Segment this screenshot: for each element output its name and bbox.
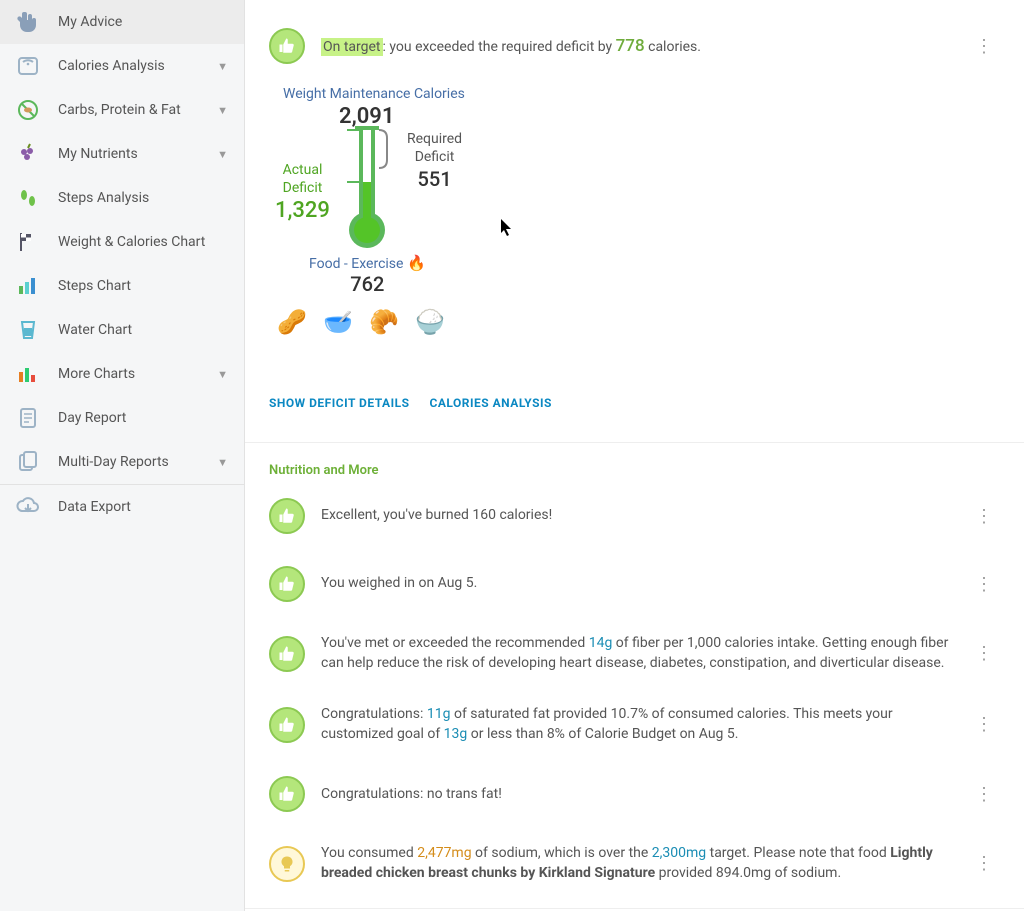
nutrition-row-burned: Excellent, you've burned 160 calories! ⋮: [245, 482, 1024, 550]
thermometer-block: Weight Maintenance Calories 2,091 Actual: [269, 86, 689, 386]
food-icon-rice: 🍚: [413, 308, 447, 336]
sidebar-item-my-advice[interactable]: My Advice: [0, 0, 244, 44]
sodium-target-value: 2,300mg: [652, 845, 706, 861]
sidebar-item-label: Multi-Day Reports: [58, 454, 217, 470]
food-icons-row: 🥜 🥣 🥐 🍚: [275, 308, 447, 336]
nutrition-row-fiber: You've met or exceeded the recommended 1…: [245, 618, 1024, 689]
sidebar-item-label: Day Report: [58, 410, 228, 426]
actual-deficit-value: 1,329: [275, 198, 330, 223]
nutrition-text: You've met or exceeded the recommended 1…: [321, 634, 951, 673]
deficit-card: On target: you exceeded the required def…: [245, 0, 1024, 442]
nutrition-row-weighed: You weighed in on Aug 5. ⋮: [245, 550, 1024, 618]
food-icon-bowl: 🥣: [321, 308, 355, 336]
chevron-down-icon: ▼: [217, 148, 228, 161]
sidebar-item-water-chart[interactable]: Water Chart: [0, 308, 244, 352]
satfat-value: 11g: [427, 706, 451, 722]
flag-icon: [16, 230, 40, 254]
actual-deficit-label: Actual Deficit 1,329: [275, 161, 330, 226]
food-exercise-label: Food - Exercise 🔥 762: [309, 254, 426, 296]
thumbs-up-badge: [269, 498, 305, 534]
calories-analysis-link[interactable]: CALORIES ANALYSIS: [430, 396, 552, 410]
chevron-down-icon: ▼: [217, 456, 228, 469]
more-menu-icon[interactable]: ⋮: [967, 780, 1000, 809]
sidebar-item-more-charts[interactable]: More Charts ▼: [0, 352, 244, 396]
sidebar-item-label: Steps Analysis: [58, 190, 228, 206]
thumbs-up-badge: [269, 636, 305, 672]
deficit-status-text: On target: you exceeded the required def…: [321, 36, 951, 56]
hand-point-icon: [16, 10, 40, 34]
main-content: On target: you exceeded the required def…: [245, 0, 1024, 911]
scale-icon: [16, 54, 40, 78]
column-chart-icon: [16, 362, 40, 386]
nutrition-text: You weighed in on Aug 5.: [321, 574, 951, 594]
thumbs-up-badge: [269, 776, 305, 812]
sidebar-item-label: More Charts: [58, 366, 217, 382]
multi-report-icon: [16, 450, 40, 474]
sidebar-item-data-export[interactable]: Data Export: [0, 485, 244, 529]
maintenance-title: Weight Maintenance Calories: [283, 86, 465, 102]
sidebar-item-label: Carbs, Protein & Fat: [58, 102, 217, 118]
food-icon-bread: 🥐: [367, 308, 401, 336]
satfat-goal-value: 13g: [444, 726, 468, 742]
required-deficit-label: Required Deficit 551: [407, 130, 462, 192]
food-icon-almonds: 🥜: [275, 308, 309, 336]
fiber-value: 14g: [589, 635, 613, 651]
on-target-highlight: On target: [321, 38, 383, 56]
grapes-icon: [16, 142, 40, 166]
more-menu-icon[interactable]: ⋮: [967, 849, 1000, 878]
sidebar-item-carbs-protein-fat[interactable]: Carbs, Protein & Fat ▼: [0, 88, 244, 132]
thumbs-up-badge: [269, 566, 305, 602]
report-icon: [16, 406, 40, 430]
nutrition-row-satfat: Congratulations: 11g of saturated fat pr…: [245, 689, 1024, 760]
more-menu-icon[interactable]: ⋮: [967, 639, 1000, 668]
deficit-status-row: On target: you exceeded the required def…: [269, 28, 1000, 64]
fire-icon: 🔥: [407, 254, 426, 272]
sidebar-item-label: My Nutrients: [58, 146, 217, 162]
more-menu-icon[interactable]: ⋮: [967, 710, 1000, 739]
sodium-value: 2,477mg: [417, 845, 471, 861]
sidebar: My Advice Calories Analysis ▼ Carbs, Pro…: [0, 0, 245, 911]
thermometer-icon: [341, 126, 401, 260]
sidebar-item-label: Steps Chart: [58, 278, 228, 294]
sidebar-item-steps-analysis[interactable]: Steps Analysis: [0, 176, 244, 220]
nutrition-row-transfat: Congratulations: no trans fat! ⋮: [245, 760, 1024, 828]
sidebar-item-steps-chart[interactable]: Steps Chart: [0, 264, 244, 308]
bar-chart-icon: [16, 274, 40, 298]
required-deficit-value: 551: [417, 167, 451, 191]
chevron-down-icon: ▼: [217, 368, 228, 381]
divider: [245, 908, 1024, 909]
sidebar-item-label: Calories Analysis: [58, 58, 217, 74]
nutrition-text: You consumed 2,477mg of sodium, which is…: [321, 844, 951, 883]
cloud-download-icon: [16, 495, 40, 519]
footsteps-icon: [16, 186, 40, 210]
chevron-down-icon: ▼: [217, 104, 228, 117]
sidebar-item-my-nutrients[interactable]: My Nutrients ▼: [0, 132, 244, 176]
food-exercise-value: 762: [350, 272, 384, 296]
nutrition-text: Congratulations: 11g of saturated fat pr…: [321, 705, 951, 744]
deficit-surplus-value: 778: [616, 36, 645, 56]
sidebar-item-weight-calories-chart[interactable]: Weight & Calories Chart: [0, 220, 244, 264]
chevron-down-icon: ▼: [217, 60, 228, 73]
deficit-actions: SHOW DEFICIT DETAILS CALORIES ANALYSIS: [269, 396, 1000, 426]
sidebar-item-multiday-reports[interactable]: Multi-Day Reports ▼: [0, 440, 244, 484]
cup-icon: [16, 318, 40, 342]
nutrition-section-header: Nutrition and More: [245, 443, 1024, 482]
sidebar-item-calories-analysis[interactable]: Calories Analysis ▼: [0, 44, 244, 88]
sidebar-item-label: Water Chart: [58, 322, 228, 338]
nutrition-row-sodium: You consumed 2,477mg of sodium, which is…: [245, 828, 1024, 899]
bulb-badge: [269, 846, 305, 882]
show-deficit-details-link[interactable]: SHOW DEFICIT DETAILS: [269, 396, 410, 410]
ban-carbs-icon: [16, 98, 40, 122]
more-menu-icon[interactable]: ⋮: [967, 32, 1000, 61]
more-menu-icon[interactable]: ⋮: [967, 502, 1000, 531]
sidebar-item-day-report[interactable]: Day Report: [0, 396, 244, 440]
sidebar-item-label: My Advice: [58, 14, 228, 30]
thumbs-up-badge: [269, 707, 305, 743]
nutrition-text: Excellent, you've burned 160 calories!: [321, 506, 951, 526]
sidebar-item-label: Data Export: [58, 499, 228, 515]
sidebar-item-label: Weight & Calories Chart: [58, 234, 228, 250]
more-menu-icon[interactable]: ⋮: [967, 570, 1000, 599]
nutrition-text: Congratulations: no trans fat!: [321, 785, 951, 805]
thumbs-up-badge: [269, 28, 305, 64]
